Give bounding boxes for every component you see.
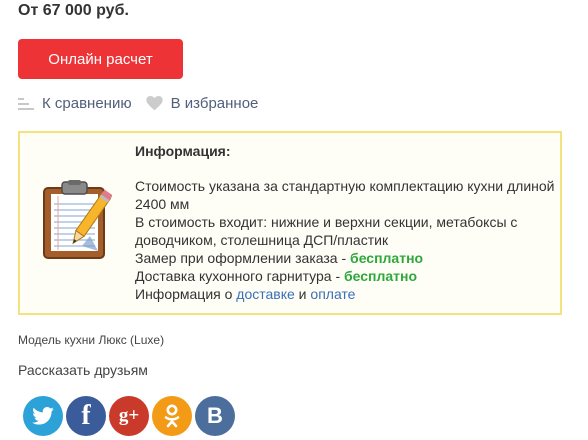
- info-line-delivery: Доставка кухонного гарнитура - бесплатно: [135, 267, 555, 285]
- delivery-free-value: бесплатно: [344, 268, 418, 284]
- compare-label: К сравнению: [42, 95, 132, 112]
- google-plus-share-button[interactable]: g+: [109, 396, 149, 436]
- vkontakte-icon: B: [207, 403, 223, 428]
- payment-link[interactable]: оплате: [310, 286, 355, 302]
- delivery-prefix: Доставка кухонного гарнитура -: [135, 268, 344, 284]
- favorites-label: В избранное: [170, 95, 259, 112]
- compare-list-icon: [18, 97, 34, 110]
- add-to-compare-link[interactable]: К сравнению: [18, 95, 132, 112]
- clipboard-pencil-icon: [42, 180, 113, 265]
- heart-icon: [145, 96, 163, 111]
- google-plus-icon: g+: [118, 405, 140, 426]
- product-actions: К сравнению В избранное: [18, 95, 258, 112]
- info-links-prefix: Информация о: [135, 286, 237, 302]
- info-line-links: Информация о доставке и оплате: [135, 285, 555, 303]
- add-to-favorites-link[interactable]: В избранное: [145, 95, 259, 112]
- facebook-share-button[interactable]: f: [66, 396, 106, 436]
- info-line-cost: Стоимость указана за стандартную комплек…: [135, 178, 555, 212]
- delivery-link[interactable]: доставке: [236, 286, 295, 302]
- twitter-icon: [32, 407, 54, 425]
- vkontakte-share-button[interactable]: B: [195, 396, 235, 436]
- online-calculation-button[interactable]: Онлайн расчет: [18, 39, 183, 79]
- facebook-icon: f: [81, 400, 91, 431]
- kitchen-model-label: Модель кухни Люкс (Luxe): [18, 333, 165, 347]
- odnoklassniki-share-button[interactable]: [152, 396, 192, 436]
- info-line-includes: В стоимость входит: нижние и верхни секц…: [135, 214, 518, 248]
- product-price: От 67 000 руб.: [18, 2, 129, 19]
- info-box: Информация: Стоимость указана за стандар…: [18, 131, 562, 315]
- share-label: Рассказать друзьям: [18, 362, 148, 378]
- measure-free-value: бесплатно: [350, 250, 424, 266]
- social-share-buttons: f g+ B: [23, 396, 238, 436]
- info-links-and: и: [294, 286, 311, 302]
- info-line-measure: Замер при оформлении заказа - бесплатно: [135, 249, 555, 267]
- odnoklassniki-icon: [164, 404, 180, 428]
- measure-prefix: Замер при оформлении заказа -: [135, 250, 351, 266]
- info-text: Информация: Стоимость указана за стандар…: [135, 142, 555, 303]
- twitter-share-button[interactable]: [23, 396, 63, 436]
- info-title: Информация:: [135, 143, 231, 159]
